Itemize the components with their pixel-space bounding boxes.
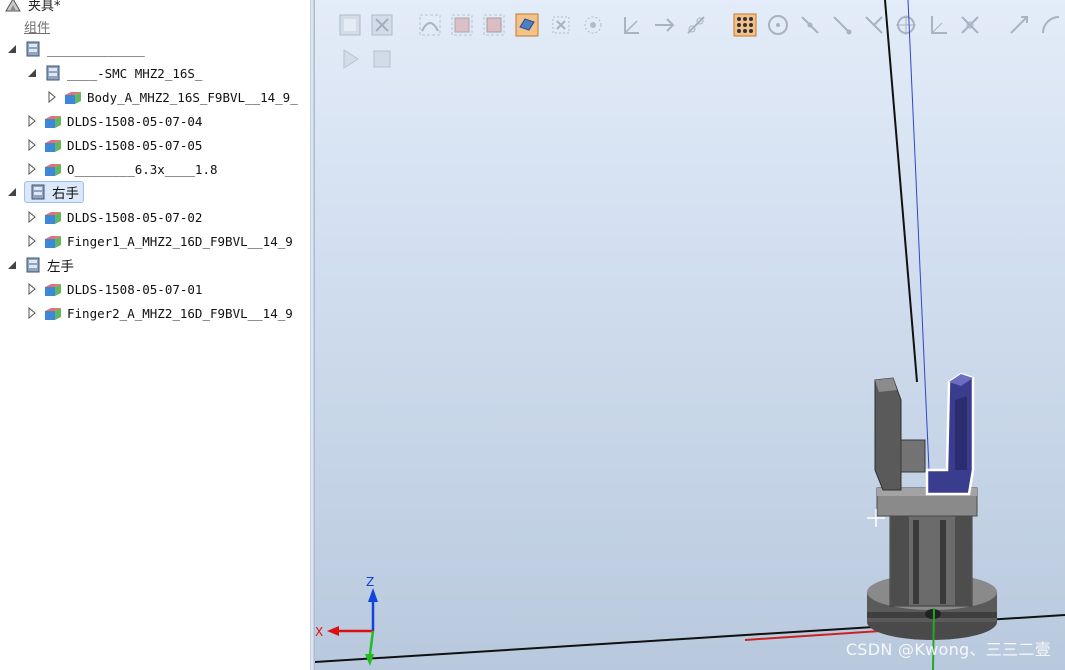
tree-node-label: DLDS-1508-05-07-01 [67,281,203,297]
expand-arrow-icon[interactable] [26,235,38,247]
collapse-arrow-icon[interactable] [26,67,38,79]
tree-node-smc[interactable]: ____-SMC MHZ2_16S_ [26,62,202,84]
expand-arrow-icon[interactable] [26,115,38,127]
z-axis-label: Z [366,575,374,589]
tree-node-body[interactable]: Body_A_MHZ2_16S_F9BVL__14_9_ [46,86,298,108]
tree-node-label: 右手 [52,186,79,202]
3d-viewport[interactable]: Z X CSDN @Kwong、三三二壹 [315,0,1065,670]
tree-node-finger2[interactable]: Finger2_A_MHZ2_16D_F9BVL__14_9 [26,302,293,324]
frame-line-black [884,0,918,383]
expand-arrow-icon[interactable] [26,283,38,295]
components-heading[interactable]: 组件 [24,17,50,36]
tree-node-dlds-01[interactable]: DLDS-1508-05-07-01 [26,278,202,300]
part-icon [45,116,61,128]
selection-highlight[interactable]: 右手 [24,181,84,203]
tree-node-label: 左手 [47,259,74,275]
expand-arrow-icon[interactable] [26,139,38,151]
tree-node-label: DLDS-1508-05-07-02 [67,209,203,225]
tree-node-dlds-05[interactable]: DLDS-1508-05-07-05 [26,134,202,156]
tree-node-finger1[interactable]: Finger1_A_MHZ2_16D_F9BVL__14_9 [26,230,293,252]
tree-node-label: O________6.3x____1.8 [67,161,218,177]
assembly-icon [46,65,60,81]
part-icon [45,236,61,248]
tree-root-label: 夹具* [28,0,61,14]
x-axis-label: X [315,625,323,639]
tree-node-label: ____-SMC MHZ2_16S_ [67,65,203,81]
assembly-icon [26,257,40,273]
axes-gizmo: Z X [315,575,378,666]
part-icon [45,140,61,152]
assembly-icon [31,184,45,200]
part-icon [65,92,81,104]
tree-node-right-hand[interactable]: 右手 [6,181,84,203]
layout-tree-panel: 夹具* 组件 _____________ ____-SMC MHZ2_16S_ … [0,0,310,670]
tree-node-label: DLDS-1508-05-07-04 [67,113,203,129]
watermark: CSDN @Kwong、三三二壹 [845,640,1051,659]
tree-node-label: Finger1_A_MHZ2_16D_F9BVL__14_9 [67,233,293,249]
assembly-icon [26,41,40,57]
expand-arrow-icon[interactable] [26,163,38,175]
collapse-arrow-icon[interactable] [6,259,18,271]
part-icon [45,212,61,224]
left-finger [874,377,926,491]
tree-node-dlds-04[interactable]: DLDS-1508-05-07-04 [26,110,202,132]
expand-arrow-icon[interactable] [26,307,38,319]
tree-node-assembly[interactable]: _____________ [6,38,145,60]
tree-node-dlds-02[interactable]: DLDS-1508-05-07-02 [26,206,202,228]
tree-node-label: _____________ [47,41,145,57]
tree-node-label: Finger2_A_MHZ2_16D_F9BVL__14_9 [67,305,293,321]
tree-root[interactable]: 夹具* [4,0,61,14]
tree-node-label: DLDS-1508-05-07-05 [67,137,203,153]
scene-canvas[interactable]: Z X [315,0,1065,670]
station-icon [5,0,21,12]
part-icon [45,164,61,176]
frame-line-blue [907,0,930,471]
part-icon [45,284,61,296]
tree-node-label: Body_A_MHZ2_16S_F9BVL__14_9_ [87,89,298,105]
tree-node-left-hand[interactable]: 左手 [6,254,74,276]
expand-arrow-icon[interactable] [46,91,58,103]
collapse-arrow-icon[interactable] [6,43,18,55]
expand-arrow-icon[interactable] [26,211,38,223]
tree-node-o-ring[interactable]: O________6.3x____1.8 [26,158,218,180]
collapse-arrow-icon[interactable] [6,186,18,198]
right-finger [925,372,975,496]
gripper-body [876,487,978,607]
part-icon [45,308,61,320]
